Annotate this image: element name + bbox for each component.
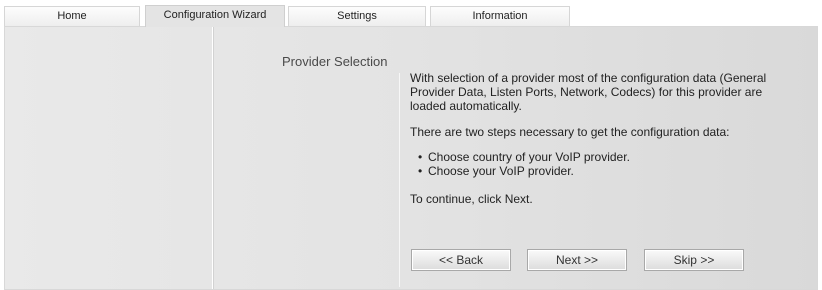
list-item: • Choose your VoIP provider.: [418, 164, 780, 178]
skip-button[interactable]: Skip >>: [644, 249, 744, 271]
content-area: With selection of a provider most of the…: [410, 71, 780, 206]
tab-configuration-wizard[interactable]: Configuration Wizard: [145, 5, 285, 27]
list-item: • Choose country of your VoIP provider.: [418, 150, 780, 164]
steps-list: • Choose country of your VoIP provider. …: [410, 150, 780, 178]
main-panel: Provider Selection With selection of a p…: [4, 26, 818, 290]
bullet-icon: •: [418, 150, 423, 164]
tab-settings[interactable]: Settings: [288, 6, 426, 26]
bullet-icon: •: [418, 164, 423, 178]
sidebar: [5, 27, 213, 289]
continue-text: To continue, click Next.: [410, 192, 533, 206]
tab-bar: Home Configuration Wizard Settings Infor…: [0, 0, 822, 27]
step-text: Choose your VoIP provider.: [428, 164, 574, 178]
back-button[interactable]: << Back: [411, 249, 511, 271]
tab-information[interactable]: Information: [430, 6, 570, 26]
tab-home[interactable]: Home: [4, 6, 140, 26]
intro-text: With selection of a provider most of the…: [410, 71, 767, 113]
content-divider: [399, 73, 400, 287]
step-text: Choose country of your VoIP provider.: [428, 150, 630, 164]
steps-heading: There are two steps necessary to get the…: [410, 125, 730, 139]
next-button[interactable]: Next >>: [527, 249, 627, 271]
section-title: Provider Selection: [282, 54, 388, 69]
